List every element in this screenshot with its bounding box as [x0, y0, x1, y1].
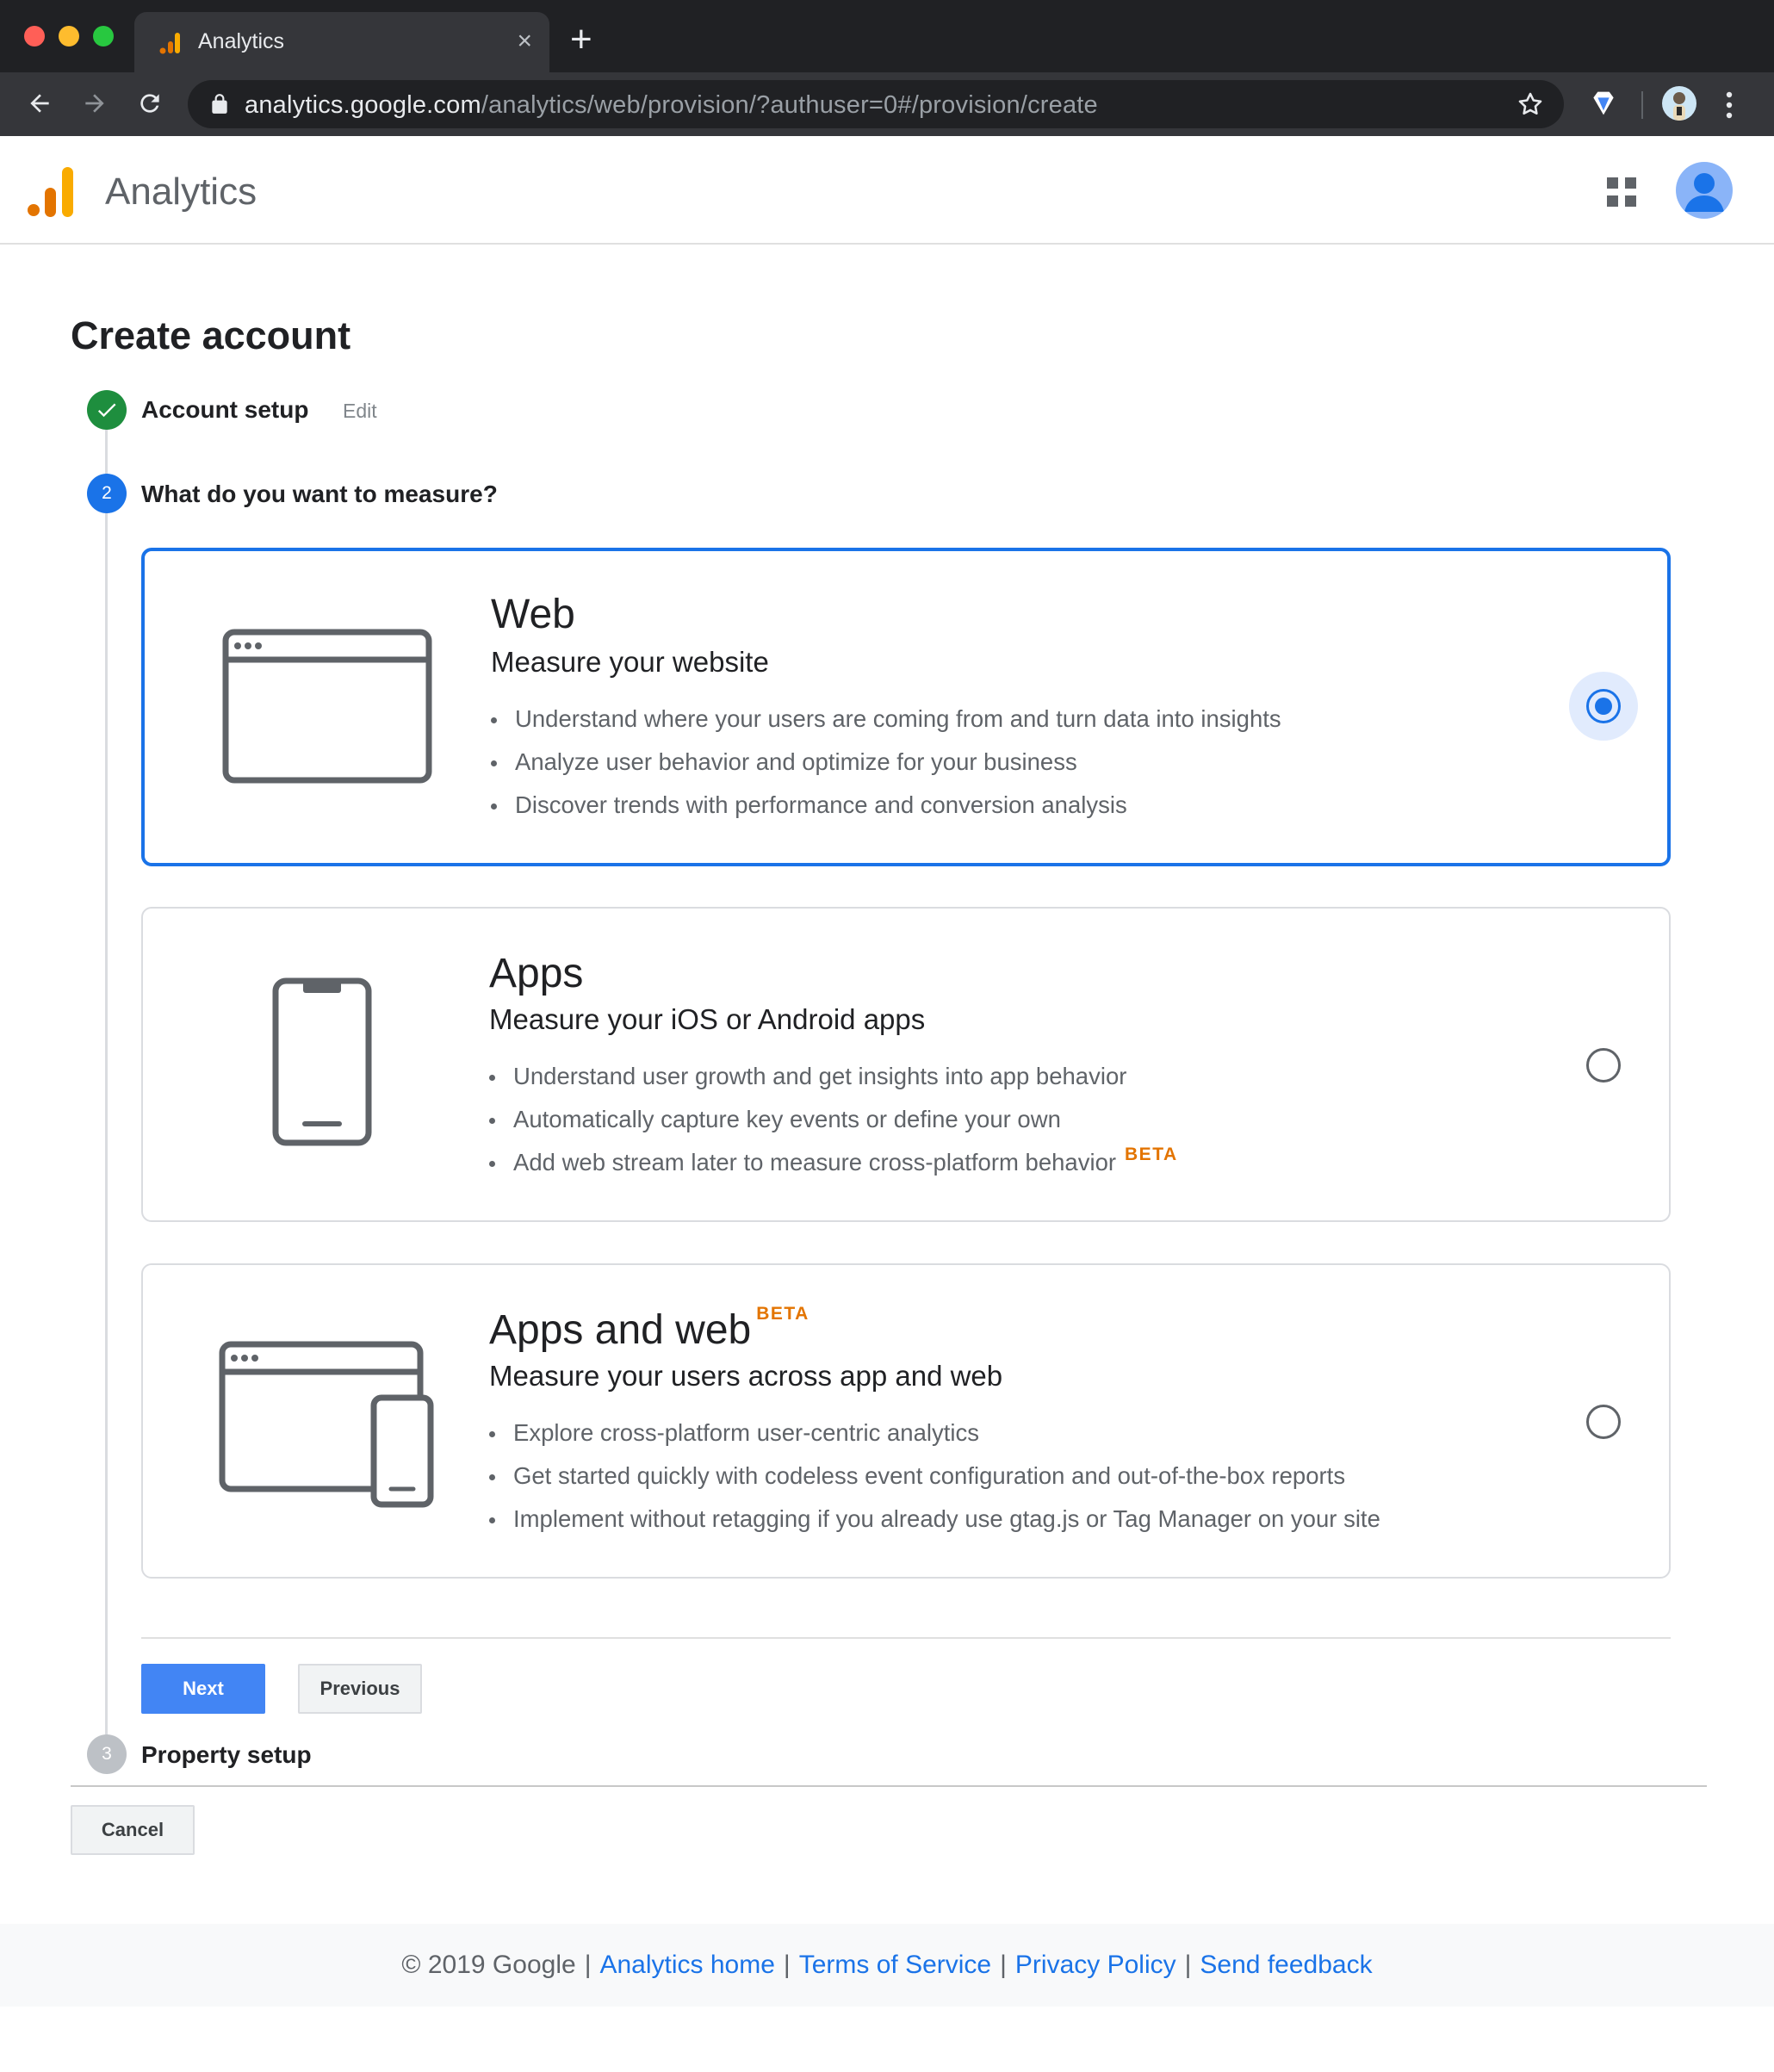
list-item: Add web stream later to measure cross-pl…	[486, 1141, 1178, 1184]
list-item: Understand user growth and get insights …	[486, 1055, 1178, 1098]
radio-apps-and-web[interactable]	[1586, 1405, 1621, 1439]
radio-web[interactable]	[1586, 689, 1621, 723]
section-divider	[141, 1637, 1671, 1639]
browser-chrome: Analytics × + analytics.google.com/analy…	[0, 0, 1774, 136]
cancel-button[interactable]: Cancel	[71, 1805, 195, 1855]
reload-button[interactable]	[131, 84, 169, 122]
toolbar-divider	[1641, 91, 1643, 119]
beta-badge: BETA	[1125, 1145, 1178, 1164]
lock-icon	[212, 94, 227, 114]
forward-button[interactable]	[76, 84, 114, 122]
page-title: Create account	[71, 313, 351, 357]
list-item: Implement without retagging if you alrea…	[486, 1498, 1380, 1541]
new-tab-button[interactable]: +	[570, 21, 592, 59]
url-host: analytics.google.com	[245, 91, 481, 119]
minimize-window-button[interactable]	[59, 26, 79, 47]
step-complete-icon	[87, 390, 127, 430]
form-divider	[71, 1785, 1707, 1787]
step-number-badge: 2	[87, 474, 127, 513]
stepper-connector	[105, 513, 108, 1734]
url-text: analytics.google.com/analytics/web/provi…	[245, 91, 1098, 120]
address-bar[interactable]: analytics.google.com/analytics/web/provi…	[188, 80, 1564, 128]
smartphone-icon	[272, 977, 372, 1146]
option-subtitle: Measure your iOS or Android apps	[489, 1003, 926, 1035]
reload-icon	[140, 94, 159, 113]
google-apps-icon[interactable]	[1607, 177, 1636, 207]
page-footer: © 2019 Google | Analytics home | Terms o…	[0, 1924, 1774, 2007]
privacy-policy-link[interactable]: Privacy Policy	[1015, 1951, 1176, 1980]
step-label-property-setup: Property setup	[141, 1741, 312, 1768]
option-subtitle: Measure your website	[491, 646, 769, 678]
person-icon	[1684, 173, 1724, 212]
browser-and-phone-icon	[219, 1341, 434, 1508]
browser-profile-avatar[interactable]	[1662, 86, 1696, 121]
list-item: Analyze user behavior and optimize for y…	[487, 741, 1281, 784]
analytics-logo-icon[interactable]	[28, 167, 74, 217]
next-button[interactable]: Next	[141, 1664, 265, 1714]
option-title: Apps	[489, 951, 584, 996]
analytics-home-link[interactable]: Analytics home	[599, 1951, 774, 1980]
step-label-account-setup: Account setup	[141, 396, 309, 423]
edit-account-setup-link[interactable]: Edit	[343, 400, 377, 423]
extension-gem-icon[interactable]	[1586, 86, 1621, 121]
previous-button[interactable]: Previous	[298, 1664, 422, 1714]
account-avatar[interactable]	[1676, 162, 1733, 219]
send-feedback-link[interactable]: Send feedback	[1200, 1951, 1372, 1980]
beta-badge: BETA	[756, 1304, 809, 1324]
option-subtitle: Measure your users across app and web	[489, 1360, 1003, 1392]
footer-separator: |	[1000, 1951, 1007, 1979]
back-button[interactable]	[21, 84, 59, 122]
arrow-right-icon	[85, 94, 104, 113]
browser-window-icon	[222, 629, 432, 784]
list-item-text: Add web stream later to measure cross-pl…	[513, 1149, 1117, 1176]
option-card-apps-and-web[interactable]: Apps and web BETA Measure your users acro…	[141, 1263, 1671, 1579]
app-name: Analytics	[105, 171, 257, 213]
list-item: Discover trends with performance and con…	[487, 784, 1281, 827]
app-header: Analytics	[0, 136, 1774, 245]
option-bullet-list: Understand where your users are coming f…	[487, 698, 1281, 827]
bookmark-star-icon[interactable]	[1516, 90, 1545, 119]
terms-of-service-link[interactable]: Terms of Service	[799, 1951, 991, 1980]
stepper-connector	[105, 430, 108, 474]
option-title: Apps and web	[489, 1307, 752, 1353]
footer-separator: |	[1184, 1951, 1192, 1979]
list-item: Automatically capture key events or defi…	[486, 1098, 1178, 1141]
tab-title: Analytics	[198, 29, 285, 53]
option-title: Web	[491, 592, 575, 637]
option-bullet-list: Explore cross-platform user-centric anal…	[486, 1411, 1380, 1541]
footer-separator: |	[584, 1951, 592, 1979]
radio-apps[interactable]	[1586, 1048, 1621, 1083]
list-item: Explore cross-platform user-centric anal…	[486, 1411, 1380, 1455]
footer-separator: |	[783, 1951, 791, 1979]
browser-menu-icon[interactable]	[1722, 88, 1736, 122]
option-title-row: Apps and web BETA	[489, 1304, 809, 1354]
option-bullet-list: Understand user growth and get insights …	[486, 1055, 1178, 1184]
option-card-web[interactable]: Web Measure your website Understand wher…	[141, 548, 1671, 866]
step-number-badge: 3	[87, 1734, 127, 1774]
browser-toolbar: analytics.google.com/analytics/web/provi…	[0, 72, 1774, 136]
profile-picture-icon	[1673, 92, 1685, 121]
copyright-text: © 2019 Google	[401, 1951, 576, 1979]
arrow-left-icon	[30, 94, 49, 113]
maximize-window-button[interactable]	[93, 26, 114, 47]
tab-close-icon[interactable]: ×	[517, 26, 532, 57]
browser-tab[interactable]: Analytics ×	[134, 12, 549, 72]
step-label-measure: What do you want to measure?	[141, 481, 498, 507]
tab-strip: Analytics × +	[0, 0, 1774, 72]
list-item: Understand where your users are coming f…	[487, 698, 1281, 741]
checkmark-icon	[97, 403, 116, 418]
list-item: Get started quickly with codeless event …	[486, 1455, 1380, 1498]
close-window-button[interactable]	[24, 26, 45, 47]
analytics-favicon-icon	[159, 33, 180, 54]
url-path: /analytics/web/provision/?authuser=0#/pr…	[481, 91, 1098, 119]
radio-dot	[1595, 698, 1612, 715]
option-card-apps[interactable]: Apps Measure your iOS or Android apps Un…	[141, 907, 1671, 1222]
